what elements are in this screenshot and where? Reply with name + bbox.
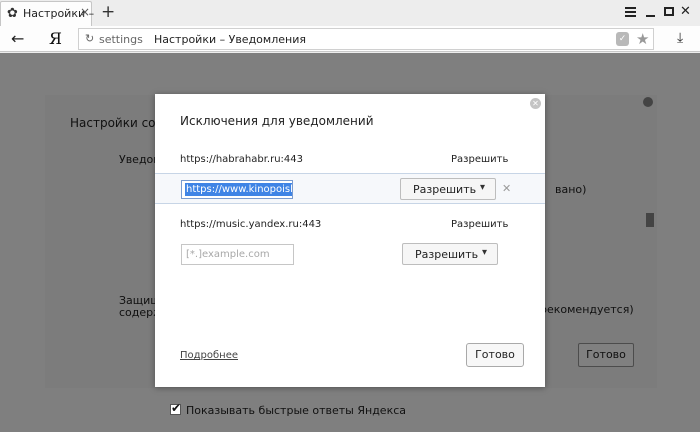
title-bar: ✿ Настройки – × + ✕ xyxy=(0,0,700,26)
done-button[interactable]: Готово xyxy=(466,343,524,367)
exceptions-dialog: ✕ Исключения для уведомлений https://hab… xyxy=(155,94,545,387)
exception-permission: Разрешить xyxy=(451,154,509,165)
new-site-input[interactable] xyxy=(181,244,294,265)
settings-option-text: вано) xyxy=(555,183,587,196)
exception-row-editing[interactable]: https://www.kinopoisk.r Разрешить ▾ ✕ xyxy=(155,173,545,204)
permission-select[interactable]: Разрешить ▾ xyxy=(400,178,496,200)
quick-answers-option[interactable]: Показывать быстрые ответы Яндекса xyxy=(170,401,407,417)
permission-select-label: Разрешить xyxy=(415,248,479,261)
download-icon[interactable]: ⤓ xyxy=(677,30,683,46)
new-site-field[interactable] xyxy=(182,245,293,264)
browser-tab[interactable]: ✿ Настройки – × xyxy=(0,1,94,26)
address-bar[interactable]: ↻ settings Настройки – Уведомления ✓ ★ xyxy=(78,28,654,50)
address-page-title: Настройки – Уведомления xyxy=(154,33,306,46)
permission-select-label: Разрешить xyxy=(413,183,477,196)
dialog-title: Исключения для уведомлений xyxy=(180,114,374,128)
plus-icon[interactable]: + xyxy=(101,3,115,21)
reload-icon[interactable]: ↻ xyxy=(85,32,94,45)
chevron-down-icon: ▾ xyxy=(480,182,486,193)
quick-answers-label: Показывать быстрые ответы Яндекса xyxy=(186,404,407,417)
quick-answers-checkbox[interactable] xyxy=(170,401,181,415)
close-window-icon[interactable]: ✕ xyxy=(680,5,694,19)
chevron-down-icon: ▾ xyxy=(482,247,488,258)
scrollbar[interactable] xyxy=(645,145,655,325)
exception-permission: Разрешить xyxy=(451,219,509,230)
more-info-link[interactable]: Подробнее xyxy=(180,350,238,361)
site-edit-field[interactable]: https://www.kinopoisk.r xyxy=(181,180,293,199)
gear-icon: ✿ xyxy=(7,6,18,21)
maximize-icon[interactable] xyxy=(662,5,676,19)
new-permission-select[interactable]: Разрешить ▾ xyxy=(402,243,498,265)
star-icon[interactable]: ★ xyxy=(636,30,649,48)
scrollbar-thumb[interactable] xyxy=(646,213,654,227)
address-host: settings xyxy=(99,33,143,46)
site-edit-value: https://www.kinopoisk.r xyxy=(185,183,292,196)
menu-icon[interactable] xyxy=(624,5,638,19)
close-tab-icon[interactable]: × xyxy=(80,5,90,19)
minimize-icon[interactable] xyxy=(644,5,658,19)
settings-done-button[interactable]: Готово xyxy=(578,343,634,367)
yandex-logo[interactable]: Я xyxy=(49,29,62,48)
exception-site: https://music.yandex.ru:443 xyxy=(180,219,322,230)
close-icon[interactable] xyxy=(643,97,653,107)
close-icon[interactable]: ✕ xyxy=(530,98,541,109)
shield-icon[interactable]: ✓ xyxy=(616,32,629,46)
exception-site: https://habrahabr.ru:443 xyxy=(180,154,303,165)
browser-toolbar: ← Я ↻ settings Настройки – Уведомления ✓… xyxy=(0,26,700,52)
remove-icon[interactable]: ✕ xyxy=(502,182,511,195)
back-arrow-icon[interactable]: ← xyxy=(11,29,24,48)
settings-option-text: рекомендуется) xyxy=(540,303,634,316)
